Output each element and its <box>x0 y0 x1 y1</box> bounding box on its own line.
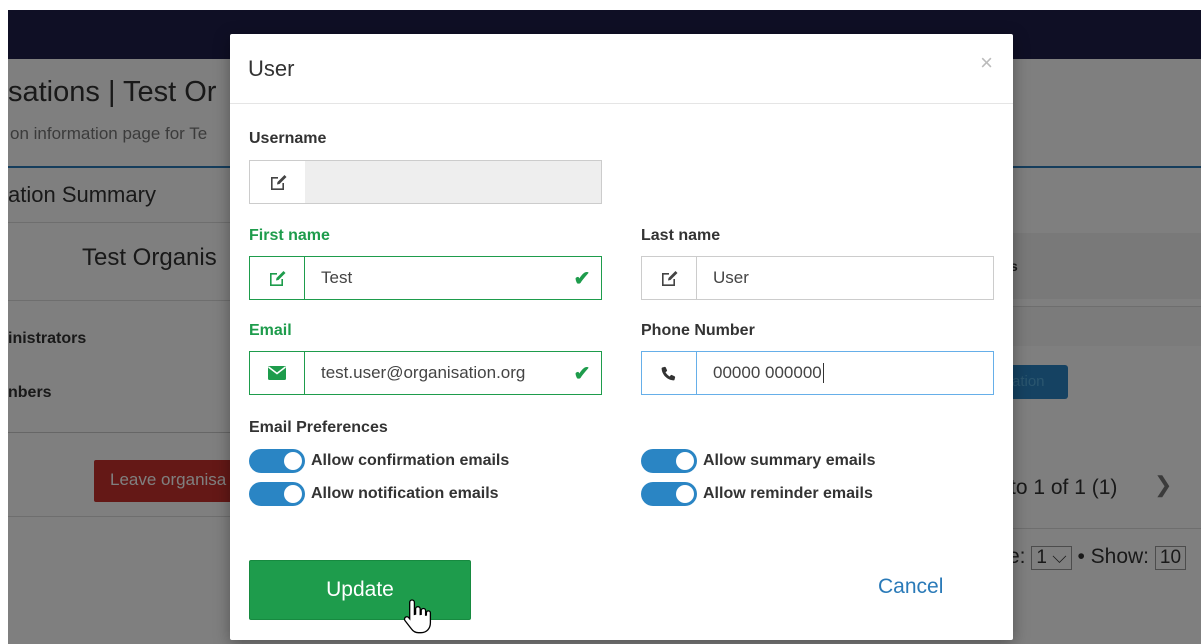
hand-cursor-icon <box>403 599 432 634</box>
email-field[interactable]: test.user@organisation.org ✔ <box>249 351 602 395</box>
toggle-switch[interactable] <box>249 449 305 473</box>
toggle-switch[interactable] <box>641 482 697 506</box>
screen: sations | Test Or on information page fo… <box>0 0 1201 644</box>
toggle-switch[interactable] <box>641 449 697 473</box>
toggle-knob <box>284 485 302 503</box>
last-name-label: Last name <box>641 227 721 244</box>
toggle-knob <box>676 485 694 503</box>
toggle-confirmation-emails[interactable]: Allow confirmation emails <box>249 449 509 473</box>
toggle-reminder-emails[interactable]: Allow reminder emails <box>641 482 873 506</box>
last-name-input[interactable]: User <box>697 257 993 299</box>
username-input <box>305 161 601 203</box>
phone-number-label: Phone Number <box>641 322 755 339</box>
edit-icon <box>642 257 697 299</box>
update-button[interactable]: Update <box>249 560 471 620</box>
check-icon: ✔ <box>573 362 591 385</box>
phone-number-value: 00000 000000 <box>713 363 822 382</box>
check-icon: ✔ <box>573 267 591 290</box>
envelope-icon <box>250 352 305 394</box>
toggle-label: Allow notification emails <box>311 485 499 502</box>
edit-icon <box>250 161 305 203</box>
toggle-label: Allow reminder emails <box>703 485 873 502</box>
email-label: Email <box>249 322 292 339</box>
phone-number-input[interactable]: 00000 000000 <box>697 352 993 394</box>
toggle-notification-emails[interactable]: Allow notification emails <box>249 482 499 506</box>
text-caret <box>822 363 824 383</box>
toggle-label: Allow summary emails <box>703 452 876 469</box>
toggle-label: Allow confirmation emails <box>311 452 510 469</box>
toggle-knob <box>284 452 302 470</box>
username-label: Username <box>249 130 327 147</box>
email-input[interactable]: test.user@organisation.org <box>305 352 563 394</box>
phone-icon <box>642 352 697 394</box>
phone-number-field[interactable]: 00000 000000 <box>641 351 994 395</box>
toggle-summary-emails[interactable]: Allow summary emails <box>641 449 876 473</box>
close-icon[interactable]: × <box>980 52 993 74</box>
modal-header: User × <box>230 34 1013 104</box>
modal-title: User <box>248 56 295 81</box>
first-name-field[interactable]: Test ✔ <box>249 256 602 300</box>
edit-icon <box>250 257 305 299</box>
cancel-button[interactable]: Cancel <box>878 575 943 599</box>
username-field <box>249 160 602 204</box>
first-name-input[interactable]: Test <box>305 257 563 299</box>
user-modal: User × Username First name Test ✔ Last n… <box>230 34 1013 640</box>
last-name-field[interactable]: User <box>641 256 994 300</box>
toggle-knob <box>676 452 694 470</box>
first-name-label: First name <box>249 227 330 244</box>
email-preferences-label: Email Preferences <box>249 419 388 436</box>
toggle-switch[interactable] <box>249 482 305 506</box>
